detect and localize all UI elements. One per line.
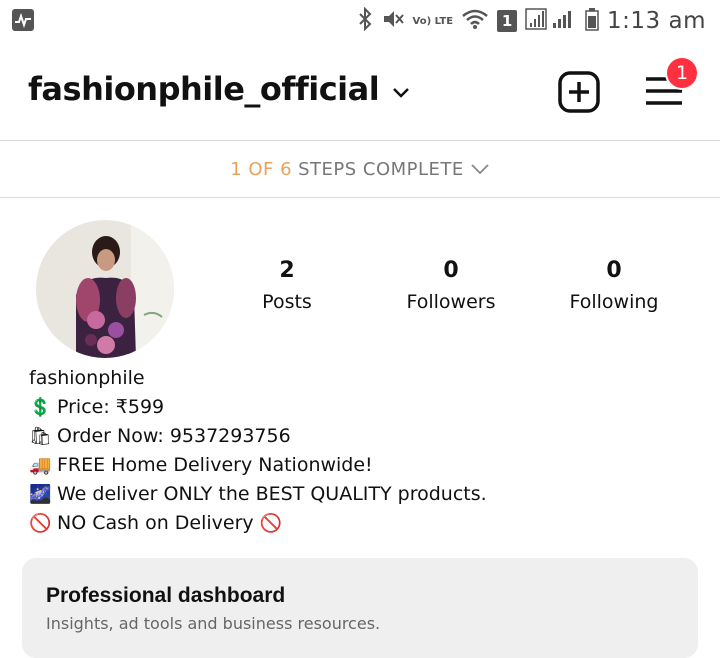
chevron-down-icon: [391, 70, 411, 108]
milky-way-icon: 🌌: [29, 483, 52, 505]
setup-steps-toggle[interactable]: 1 OF 6 STEPS COMPLETE: [0, 141, 720, 197]
plus-square-icon: [558, 71, 600, 113]
account-switcher[interactable]: fashionphile_official: [28, 70, 411, 108]
bio-text: NO Cash on Delivery: [57, 512, 254, 534]
mute-icon: [381, 7, 405, 35]
bio-line: 🚫 NO Cash on Delivery 🚫: [29, 509, 487, 538]
bio-text: We deliver ONLY the BEST QUALITY product…: [57, 483, 487, 505]
profile-avatar[interactable]: [36, 220, 174, 358]
steps-label: STEPS COMPLETE: [298, 158, 464, 180]
profile-header: fashionphile_official: [0, 46, 720, 140]
stat-label: Posts: [262, 291, 312, 313]
dashboard-subtitle: Insights, ad tools and business resource…: [46, 614, 381, 633]
signal-icon: [525, 7, 577, 35]
bio-line: 💲 Price: ₹599: [29, 393, 487, 422]
notification-badge: 1: [665, 56, 699, 90]
sim-indicator: 1: [497, 10, 518, 32]
professional-dashboard-card[interactable]: Professional dashboard Insights, ad tool…: [22, 558, 698, 658]
stat-label: Following: [569, 291, 659, 313]
stat-posts[interactable]: 2 Posts: [217, 258, 357, 313]
create-button[interactable]: [557, 70, 601, 114]
stat-value: 2: [279, 258, 295, 283]
chevron-down-icon: [470, 159, 490, 180]
profile-bio: fashionphile 💲 Price: ₹599 🛍 Order Now: …: [29, 364, 487, 538]
battery-icon: [585, 7, 599, 35]
username: fashionphile_official: [28, 70, 380, 108]
profile-name: fashionphile: [29, 367, 145, 389]
wifi-icon: [461, 7, 489, 35]
stat-following[interactable]: 0 Following: [544, 258, 684, 313]
bluetooth-icon: [357, 6, 373, 35]
volte-icon: Vo) LTE: [412, 15, 454, 27]
divider: [0, 197, 720, 198]
bio-text: Order Now: 9537293756: [57, 425, 291, 447]
bio-line: 🌌 We deliver ONLY the BEST QUALITY produ…: [29, 480, 487, 509]
status-bar: Vo) LTE 1 1:13 am: [0, 0, 720, 42]
shopping-bag-icon: 🛍: [29, 425, 52, 447]
dollar-icon: 💲: [29, 396, 52, 418]
stat-followers[interactable]: 0 Followers: [381, 258, 521, 313]
prohibited-icon: 🚫: [259, 512, 283, 534]
stat-value: 0: [606, 258, 622, 283]
stat-label: Followers: [406, 291, 496, 313]
activity-icon: [12, 9, 34, 31]
bio-line: 🛍 Order Now: 9537293756: [29, 422, 487, 451]
prohibited-icon: 🚫: [29, 512, 52, 534]
stat-value: 0: [443, 258, 459, 283]
bio-text: FREE Home Delivery Nationwide!: [57, 454, 373, 476]
bio-text: Price: ₹599: [57, 396, 165, 418]
dashboard-title: Professional dashboard: [46, 584, 286, 607]
bio-line: 🚚 FREE Home Delivery Nationwide!: [29, 451, 487, 480]
delivery-truck-icon: 🚚: [29, 454, 52, 476]
steps-count: 1 OF 6: [230, 158, 293, 180]
clock: 1:13 am: [607, 8, 706, 34]
